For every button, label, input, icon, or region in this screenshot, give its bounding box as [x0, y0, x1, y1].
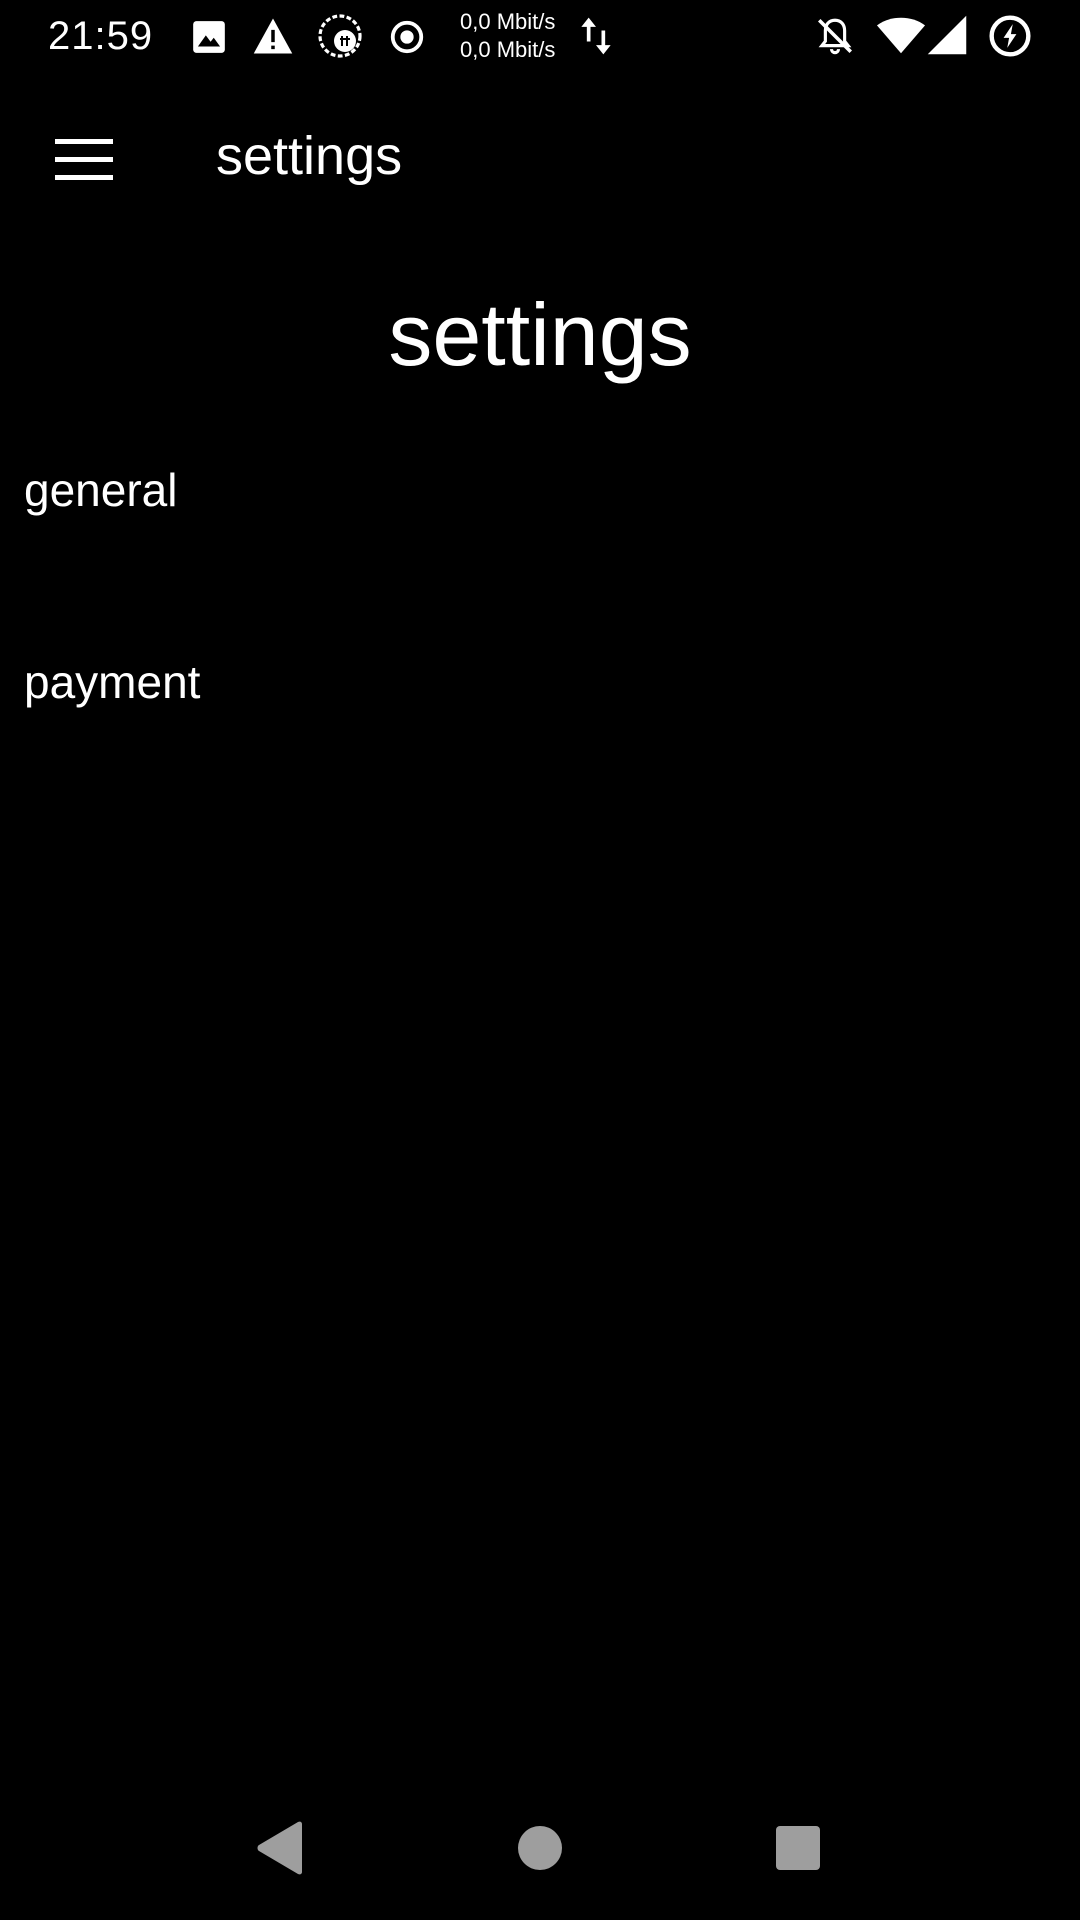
vpn-shield-icon [318, 14, 362, 58]
net-speed-down: 0,0 Mbit/s [460, 37, 556, 62]
settings-item-label: general [24, 464, 178, 516]
data-transfer-icon [581, 17, 611, 55]
home-button[interactable] [494, 1802, 586, 1894]
back-button[interactable] [234, 1802, 326, 1894]
app-toolbar: settings [0, 72, 1080, 244]
status-time: 21:59 [48, 14, 154, 58]
settings-item-label: payment [24, 656, 201, 708]
recents-button[interactable] [752, 1802, 844, 1894]
wifi-icon [876, 17, 926, 54]
image-icon [193, 21, 225, 53]
cell-signal-icon [927, 15, 967, 55]
home-icon [518, 1826, 562, 1870]
warning-icon [253, 18, 293, 54]
page-heading: settings [388, 285, 692, 384]
network-speed: 0,0 Mbit/s 0,0 Mbit/s [460, 8, 570, 64]
settings-item-payment[interactable]: payment [0, 632, 1080, 772]
settings-screen: 21:59 0,0 Mbit/s 0,0 Mbit/s settings set… [0, 0, 1080, 1920]
settings-item-general[interactable]: general [0, 440, 1080, 580]
status-bar: 21:59 0,0 Mbit/s 0,0 Mbit/s [0, 0, 1080, 72]
recents-icon [776, 1826, 820, 1870]
notifications-off-icon [818, 18, 852, 55]
net-speed-up: 0,0 Mbit/s [460, 9, 556, 34]
menu-button[interactable] [40, 116, 128, 204]
back-icon [257, 1821, 302, 1875]
hamburger-menu-icon [55, 139, 113, 180]
toolbar-title: settings [216, 126, 403, 186]
navigation-bar [0, 1776, 1080, 1920]
record-icon [390, 20, 424, 54]
battery-saver-icon [989, 15, 1031, 57]
